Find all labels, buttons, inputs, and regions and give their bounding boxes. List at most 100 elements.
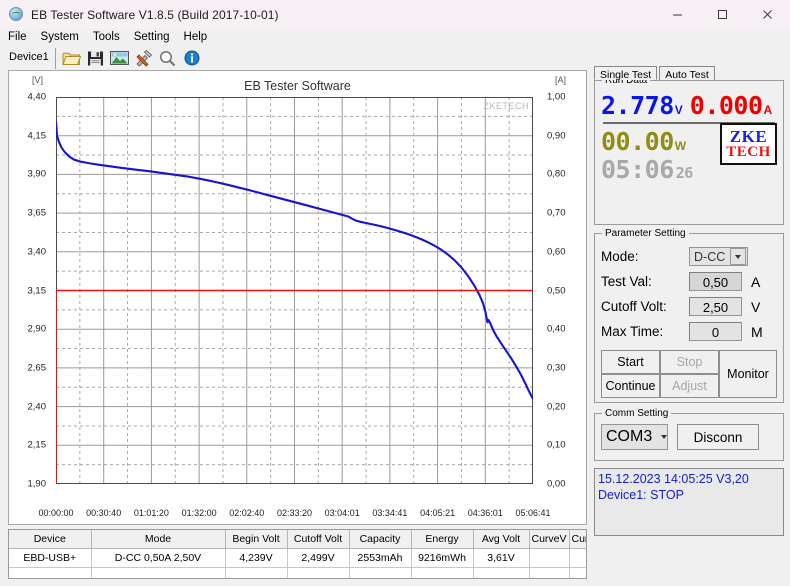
current-value: 0.000: [689, 91, 763, 120]
info-icon[interactable]: [181, 48, 203, 69]
y-tick-label: 2,90: [27, 323, 47, 335]
cutoff-volt-input[interactable]: 2,50: [689, 297, 742, 316]
cell-curve-v-swatch[interactable]: [529, 548, 570, 568]
cutoff-volt-label: Cutoff Volt:: [601, 299, 667, 314]
start-button[interactable]: Start: [601, 350, 660, 374]
y2-tick-label: 0,00: [547, 478, 566, 490]
cell-curve-a-swatch[interactable]: [569, 548, 586, 568]
mode-label: Mode:: [601, 249, 639, 264]
y2-tick-label: 0,40: [547, 323, 566, 335]
cell-capacity: 2553mAh: [349, 548, 412, 568]
voltage-unit: V: [674, 103, 683, 117]
monitor-button[interactable]: Monitor: [719, 350, 777, 398]
chart-panel: EB Tester Software [V] [A] 4,40 4,15 3,90 3…: [8, 70, 587, 525]
voltage-current-readout: 2.778 V 0.000 A: [601, 91, 777, 121]
cell-device: EBD-USB+: [9, 548, 92, 568]
menu-setting[interactable]: Setting: [134, 29, 170, 46]
stop-button[interactable]: Stop: [660, 350, 719, 374]
y2-tick-label: 0,10: [547, 439, 566, 451]
cell-cutoff-volt: 2,499V: [287, 548, 350, 568]
chevron-down-icon[interactable]: [661, 435, 667, 439]
maximize-icon[interactable]: [700, 0, 745, 29]
comm-setting-group: Comm Setting COM3 Disconn: [594, 408, 784, 461]
table-row[interactable]: EBD-USB+ D-CC 0,50A 2,50V 4,239V 2,499V …: [9, 548, 586, 568]
y2-tick-label: 0,60: [547, 246, 566, 258]
parameter-setting-title: Parameter Setting: [602, 228, 689, 239]
app-icon: [9, 7, 24, 22]
mode-row: Mode: D-CC: [601, 244, 777, 269]
max-time-row: Max Time: 0 M: [601, 319, 777, 344]
y-tick-label: 3,15: [27, 285, 47, 296]
tools-icon[interactable]: [133, 48, 155, 69]
save-disk-icon[interactable]: [85, 48, 107, 69]
title-bar: EB Tester Software V1.8.5 (Build 2017-10…: [0, 0, 790, 30]
y2-tick-label: 1,00: [547, 91, 566, 103]
power-value: 00.00: [601, 127, 674, 156]
cell-mode: D-CC 0,50A 2,50V: [91, 548, 226, 568]
menu-help[interactable]: Help: [184, 29, 208, 46]
chart-watermark: ZKETECH: [483, 101, 529, 111]
tab-single-test[interactable]: Single Test: [594, 66, 658, 81]
com-port-dropdown[interactable]: COM3: [601, 424, 668, 450]
x-tick-label: 00:00:00: [38, 508, 74, 518]
disconnect-button[interactable]: Disconn: [677, 424, 759, 450]
col-begin-volt: Begin Volt: [225, 530, 288, 549]
test-mode-tabs: Single Test Auto Test: [594, 63, 784, 81]
log-line: 15.12.2023 14:05:25 V3,20: [598, 472, 749, 486]
menu-file[interactable]: File: [8, 29, 27, 46]
col-energy: Energy: [411, 530, 474, 549]
menu-system[interactable]: System: [41, 29, 79, 46]
tab-auto-test[interactable]: Auto Test: [659, 66, 715, 81]
max-time-input[interactable]: 0: [689, 322, 742, 341]
test-val-label: Test Val:: [601, 274, 652, 289]
com-port-value: COM3: [606, 428, 653, 445]
test-val-input[interactable]: 0,50: [689, 272, 742, 291]
plot-area[interactable]: ZKETECH: [56, 97, 533, 484]
cell-empty: [569, 567, 586, 578]
mode-value: D-CC: [694, 249, 726, 264]
cell-empty: [287, 567, 350, 578]
y2-tick-label: 0,80: [547, 168, 566, 180]
close-icon[interactable]: [745, 0, 790, 29]
control-buttons: Start Stop Continue Adjust Monitor: [601, 350, 777, 398]
y2-tick-label: 0,90: [547, 130, 566, 142]
table-row-empty[interactable]: [9, 567, 586, 578]
chevron-down-icon[interactable]: [730, 248, 746, 265]
minimize-icon[interactable]: [655, 0, 700, 29]
x-tick-label: 00:30:40: [86, 508, 122, 518]
status-log[interactable]: 15.12.2023 14:05:25 V3,20 Device1: STOP: [594, 468, 784, 536]
y-tick-label: 4,40: [27, 91, 47, 103]
device-tab[interactable]: Device1: [4, 47, 56, 69]
col-curve-a: CurveA: [569, 530, 586, 549]
x-tick-label: 01:01:20: [133, 508, 169, 518]
current-unit: A: [763, 103, 773, 117]
power-readout: 00.00 W: [601, 127, 720, 156]
image-export-icon[interactable]: [109, 48, 131, 69]
table-header-row: Device Mode Begin Volt Cutoff Volt Capac…: [9, 530, 586, 549]
y-tick-label: 4,15: [27, 130, 47, 142]
x-tick-label: 05:06:41: [515, 508, 551, 518]
y-axis-labels-right: 1,00 0,90 0,80 0,70 0,60 0,50 0,40 0,30 0,20 0,10…: [538, 71, 590, 526]
x-tick-label: 03:34:41: [372, 508, 408, 518]
cutoff-volt-unit: V: [751, 298, 761, 315]
continue-button[interactable]: Continue: [601, 374, 660, 398]
x-tick-label: 02:02:40: [229, 508, 265, 518]
parameter-setting-group: Parameter Setting Mode: D-CC Test Val: 0…: [594, 228, 784, 403]
mode-dropdown[interactable]: D-CC: [689, 247, 748, 266]
x-axis-labels: 00:00:00 00:30:40 01:01:20 01:32:00 02:02:40…: [9, 491, 588, 518]
comm-setting-title: Comm Setting: [602, 408, 672, 419]
logo-zke-text: ZKE: [729, 127, 768, 146]
y-tick-label: 2,15: [27, 439, 47, 451]
chart-title: EB Tester Software: [244, 79, 351, 93]
cell-empty: [411, 567, 474, 578]
window-title: EB Tester Software V1.8.5 (Build 2017-10…: [31, 7, 279, 22]
adjust-button[interactable]: Adjust: [660, 374, 719, 398]
cutoff-volt-row: Cutoff Volt: 2,50 V: [601, 294, 777, 319]
x-tick-label: 03:04:01: [324, 508, 360, 518]
zoom-search-icon[interactable]: [157, 48, 179, 69]
menu-tools[interactable]: Tools: [93, 29, 120, 46]
application-window: EB Tester Software V1.8.5 (Build 2017-10…: [0, 0, 790, 586]
cell-avg-volt: 3,61V: [473, 548, 530, 568]
open-folder-icon[interactable]: [61, 48, 83, 69]
y-tick-label: 3,40: [27, 246, 47, 258]
